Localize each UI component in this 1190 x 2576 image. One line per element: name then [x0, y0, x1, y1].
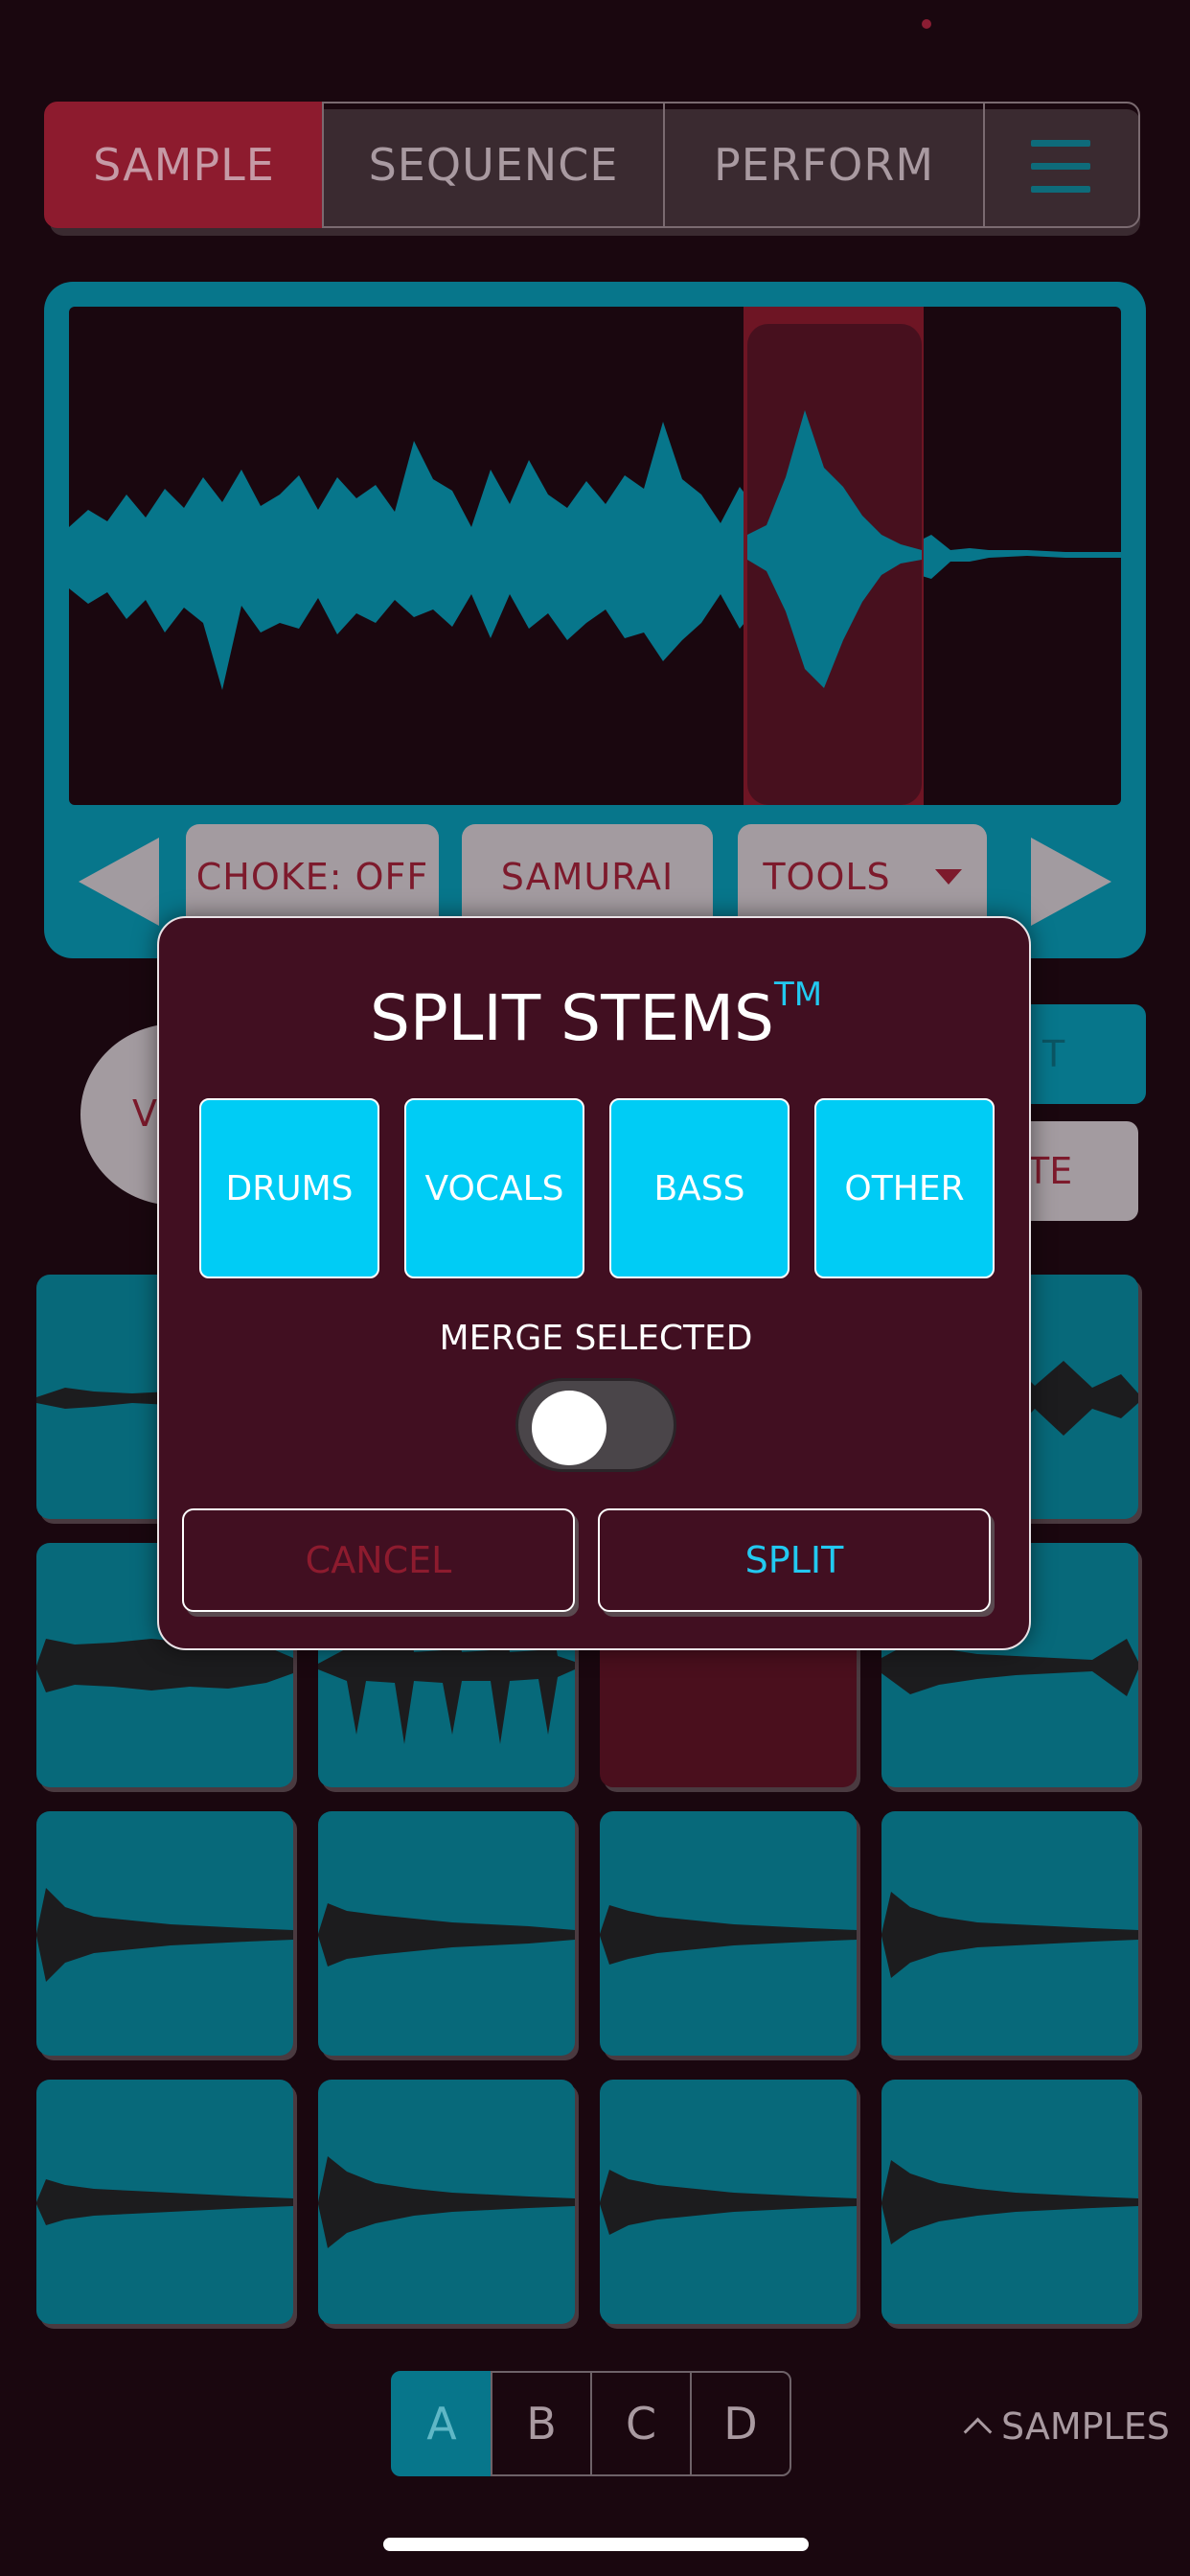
pad[interactable]	[318, 2080, 575, 2324]
tools-label: TOOLS	[763, 856, 891, 898]
side-button-bottom-label: TE	[1027, 1150, 1073, 1192]
toggle-knob	[532, 1391, 606, 1465]
pad-waveform	[600, 2170, 857, 2235]
home-indicator[interactable]	[383, 2538, 809, 2551]
samples-label: SAMPLES	[1001, 2405, 1170, 2448]
pad[interactable]	[36, 2080, 293, 2324]
tab-sample[interactable]: SAMPLE	[44, 102, 324, 228]
pad-waveform	[36, 2179, 293, 2225]
status-dot	[922, 19, 931, 29]
pad-waveform	[881, 1892, 1138, 1978]
stem-bass-button[interactable]: BASS	[609, 1098, 790, 1278]
pad[interactable]	[881, 2080, 1138, 2324]
menu-line	[1031, 186, 1090, 193]
chevron-up-icon	[963, 2417, 993, 2446]
pad[interactable]	[318, 1811, 575, 2056]
pad[interactable]	[36, 1811, 293, 2056]
bank-a-button[interactable]: A	[391, 2371, 492, 2476]
trademark-mark: TM	[773, 976, 823, 1014]
choke-button[interactable]: CHOKE: OFF	[186, 824, 439, 930]
pad-waveform	[881, 2160, 1138, 2244]
tools-dropdown[interactable]: TOOLS	[738, 824, 987, 930]
cancel-button[interactable]: CANCEL	[182, 1508, 575, 1612]
round-control-label: V	[132, 1092, 157, 1135]
menu-line	[1031, 140, 1090, 147]
waveform-selection-handle[interactable]	[747, 324, 922, 805]
next-arrow-icon[interactable]	[1031, 838, 1111, 926]
split-button[interactable]: SPLIT	[598, 1508, 991, 1612]
pad-waveform	[318, 2156, 575, 2248]
waveform-graphic	[69, 422, 1121, 690]
samples-link[interactable]: SAMPLES	[963, 2405, 1170, 2448]
merge-selected-label: MERGE SELECTED	[439, 1319, 753, 1358]
side-button-top-label: T	[1042, 1033, 1065, 1075]
samurai-button[interactable]: SAMURAI	[462, 824, 713, 930]
stem-other-button[interactable]: OTHER	[814, 1098, 995, 1278]
selected-waveform-graphic	[747, 410, 922, 688]
split-stems-dialog: SPLIT STEMSTM DRUMS VOCALS BASS OTHER ME…	[157, 916, 1031, 1650]
menu-line	[1031, 163, 1090, 170]
stem-drums-button[interactable]: DRUMS	[199, 1098, 379, 1278]
pad-waveform	[318, 1903, 575, 1966]
pad[interactable]	[881, 1811, 1138, 2056]
tab-sequence[interactable]: SEQUENCE	[322, 102, 665, 228]
waveform-display[interactable]	[69, 307, 1121, 805]
dialog-title: SPLIT STEMSTM	[159, 976, 1033, 1055]
pad-waveform	[600, 1905, 857, 1965]
dialog-title-text: SPLIT STEMS	[369, 981, 774, 1055]
caret-down-icon	[934, 869, 962, 885]
stem-vocals-button[interactable]: VOCALS	[404, 1098, 584, 1278]
pad-waveform	[36, 1888, 293, 1982]
merge-selected-toggle[interactable]	[515, 1378, 676, 1472]
previous-arrow-icon[interactable]	[79, 838, 159, 926]
tab-perform[interactable]: PERFORM	[663, 102, 985, 228]
pad[interactable]	[600, 2080, 857, 2324]
bank-d-button[interactable]: D	[690, 2371, 791, 2476]
pad[interactable]	[600, 1811, 857, 2056]
bank-c-button[interactable]: C	[590, 2371, 692, 2476]
bank-b-button[interactable]: B	[491, 2371, 592, 2476]
